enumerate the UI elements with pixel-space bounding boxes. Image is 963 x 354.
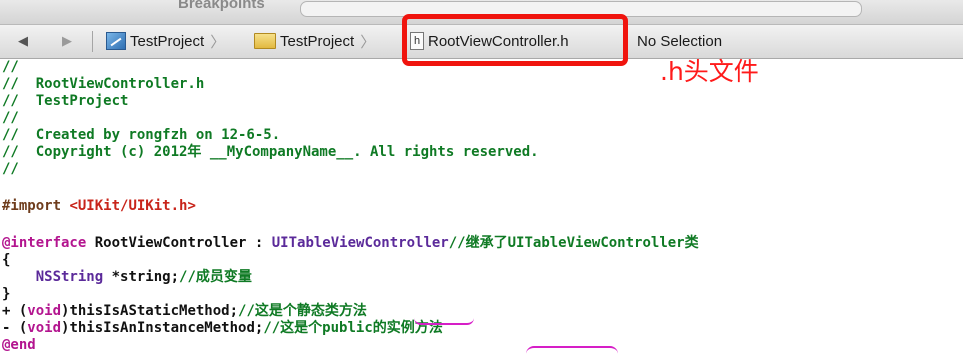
method-prefix: - ( <box>2 320 28 336</box>
method-name: )thisIsAStaticMethod; <box>61 303 239 319</box>
ivar-type: NSString <box>2 269 104 285</box>
method-prefix: + ( <box>2 303 28 319</box>
method-name: )thisIsAnInstanceMethod; <box>61 320 264 336</box>
breadcrumb-group-label: TestProject <box>280 32 355 50</box>
code-line: // TestProject <box>2 93 129 109</box>
breadcrumb-separator-icon: 〉 <box>210 33 226 51</box>
code-line: // Copyright (c) 2012年 __MyCompanyName__… <box>2 144 539 160</box>
code-line-brace-open: { <box>2 252 11 268</box>
breadcrumb-separator-icon: 〉 <box>360 33 376 51</box>
code-line-end: @end <box>2 337 36 353</box>
breadcrumb-project-label: TestProject <box>130 32 205 50</box>
ivar-name: *string; <box>103 269 180 285</box>
void-keyword: void <box>27 303 62 319</box>
file-highlight-box <box>402 14 628 66</box>
import-directive: #import <box>2 198 70 214</box>
code-line: // <box>2 161 19 177</box>
import-path: <UIKit/UIKit.h> <box>69 198 196 214</box>
project-icon <box>106 32 126 50</box>
code-line-ivar: NSString *string;//成员变量 <box>2 269 252 286</box>
header-file-annotation: .h头文件 <box>660 57 759 86</box>
code-line-import: #import <UIKit/UIKit.h> <box>2 198 196 215</box>
code-line-instance-method: - (void)thisIsAnInstanceMethod;//这是个publ… <box>2 320 443 337</box>
code-line-brace-close: } <box>2 286 11 302</box>
superclass-name: UITableViewController <box>271 235 449 251</box>
code-line: // <box>2 59 19 75</box>
ivar-comment: //成员变量 <box>179 269 252 285</box>
void-keyword: void <box>27 320 62 336</box>
breakpoints-button[interactable]: Breakpoints <box>178 0 265 12</box>
code-line-static-method: + (void)thisIsAStaticMethod;//这是个静态类方法 <box>2 303 367 320</box>
back-arrow-icon[interactable]: ◀ <box>18 33 28 49</box>
nav-separator <box>92 31 93 52</box>
interface-comment: //继承了UITableViewController类 <box>448 235 699 251</box>
forward-arrow-icon[interactable]: ▶ <box>62 33 72 49</box>
breadcrumb-group[interactable]: TestProject 〉 <box>254 29 375 53</box>
code-line: // RootViewController.h <box>2 76 205 92</box>
interface-name: RootViewController : <box>86 235 272 251</box>
interface-keyword: @interface <box>2 235 87 251</box>
code-line-interface: @interface RootViewController : UITableV… <box>2 235 699 252</box>
method-comment: //这是个静态类方法 <box>238 303 367 319</box>
no-selection-label: No Selection <box>637 32 723 50</box>
breadcrumb-selection[interactable]: No Selection <box>637 29 722 53</box>
code-line: // Created by rongfzh on 12-6-5. <box>2 127 281 143</box>
code-line: // <box>2 110 19 126</box>
folder-icon <box>254 33 276 49</box>
breadcrumb-project[interactable]: TestProject 〉 <box>106 29 225 53</box>
static-method-underline <box>414 318 474 325</box>
